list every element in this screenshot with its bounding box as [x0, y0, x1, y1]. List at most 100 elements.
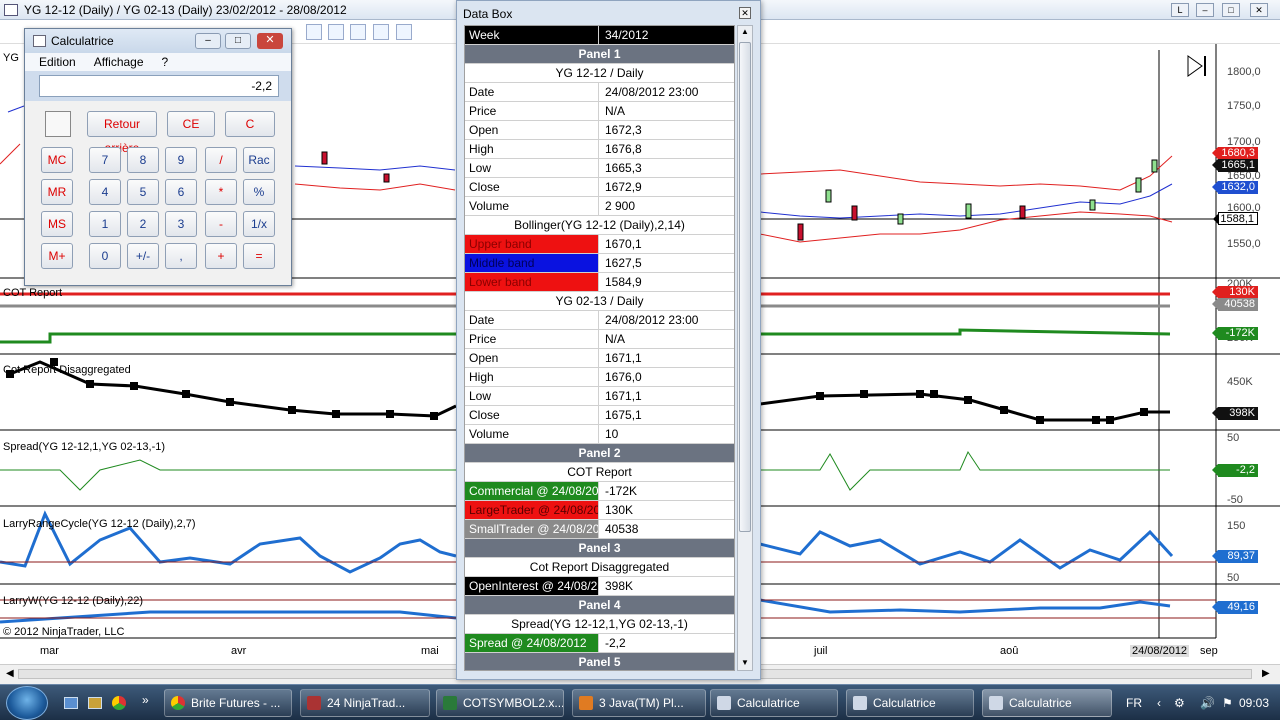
- bar-chart-icon[interactable]: [328, 24, 344, 40]
- digit-2-button[interactable]: 2: [127, 211, 159, 237]
- panel-header: Panel 5: [465, 653, 734, 670]
- table-row: Volume 2 900: [465, 197, 734, 216]
- table-row: High 1676,8: [465, 140, 734, 159]
- properties-icon[interactable]: [396, 24, 412, 40]
- taskbar-item[interactable]: Calculatrice: [710, 689, 838, 717]
- memory-add-button[interactable]: M+: [41, 243, 73, 269]
- decimal-button[interactable]: ,: [165, 243, 197, 269]
- menu-help[interactable]: ?: [162, 55, 169, 69]
- series-header: COT Report: [465, 463, 734, 482]
- data-box-close-button[interactable]: ✕: [739, 7, 751, 19]
- language-indicator[interactable]: FR: [1126, 685, 1142, 721]
- calculator-menubar: Edition Affichage ?: [25, 53, 291, 71]
- excel-icon: [443, 696, 457, 710]
- taskbar-item[interactable]: COTSYMBOL2.x...: [436, 689, 564, 717]
- data-box-title: Data Box: [463, 7, 513, 21]
- strategy-icon[interactable]: [373, 24, 389, 40]
- digit-1-button[interactable]: 1: [89, 211, 121, 237]
- taskbar-item[interactable]: 3 Java(TM) Pl...: [572, 689, 706, 717]
- equals-button[interactable]: =: [243, 243, 275, 269]
- taskbar-item[interactable]: Brite Futures - ...: [164, 689, 292, 717]
- minimize-button[interactable]: –: [1196, 3, 1214, 17]
- table-row: Open 1671,1: [465, 349, 734, 368]
- digit-8-button[interactable]: 8: [127, 147, 159, 173]
- clear-entry-button[interactable]: CE: [167, 111, 215, 137]
- calculator-title: Calculatrice: [51, 34, 114, 48]
- tray-icon[interactable]: ⚑: [1222, 685, 1233, 721]
- go-to-last-bar-icon[interactable]: [1187, 55, 1206, 77]
- larry-w-label: LarryW(YG 12-12 (Daily),22): [3, 595, 143, 607]
- x-axis-month: sep: [1200, 645, 1218, 657]
- larry-range-cycle-label: LarryRangeCycle(YG 12-12 (Daily),2,7): [3, 518, 196, 530]
- tray-expand-icon[interactable]: ‹: [1157, 685, 1161, 721]
- digit-7-button[interactable]: 7: [89, 147, 121, 173]
- scroll-up-icon[interactable]: ▲: [741, 27, 749, 36]
- explorer-icon[interactable]: [88, 697, 102, 709]
- close-button[interactable]: ✕: [1250, 3, 1268, 17]
- add-button[interactable]: +: [205, 243, 237, 269]
- percent-button[interactable]: %: [243, 179, 275, 205]
- lock-icon[interactable]: L: [1171, 3, 1189, 17]
- digit-5-button[interactable]: 5: [127, 179, 159, 205]
- show-desktop-icon[interactable]: [64, 697, 78, 709]
- memory-recall-button[interactable]: MR: [41, 179, 73, 205]
- clear-button[interactable]: C: [225, 111, 275, 137]
- calculator-close-button[interactable]: ✕: [257, 33, 283, 49]
- table-row: SmallTrader @ 24/08/20 40538: [465, 520, 734, 539]
- table-row: Low 1671,1: [465, 387, 734, 406]
- volume-icon[interactable]: 🔊: [1200, 685, 1215, 721]
- calculator-window[interactable]: Calculatrice – □ ✕ Edition Affichage ? -…: [24, 28, 292, 286]
- calculator-maximize-button[interactable]: □: [225, 33, 251, 49]
- scroll-right-icon[interactable]: ▶: [1262, 668, 1270, 679]
- digit-6-button[interactable]: 6: [165, 179, 197, 205]
- scroll-down-icon[interactable]: ▼: [741, 658, 749, 667]
- backspace-button[interactable]: Retour arrière: [87, 111, 157, 155]
- calculator-app-icon: [33, 35, 46, 47]
- memory-store-button[interactable]: MS: [41, 211, 73, 237]
- menu-edition[interactable]: Edition: [39, 55, 76, 69]
- chrome-icon[interactable]: [112, 696, 126, 710]
- multiply-button[interactable]: *: [205, 179, 237, 205]
- reciprocal-button[interactable]: 1/x: [243, 211, 275, 237]
- network-icon[interactable]: ⚙: [1174, 685, 1185, 721]
- scroll-left-icon[interactable]: ◀: [6, 668, 14, 679]
- x-axis-month: aoû: [1000, 645, 1019, 657]
- add-indicator-icon[interactable]: [306, 24, 322, 40]
- line-chart-icon[interactable]: [350, 24, 366, 40]
- menu-affichage[interactable]: Affichage: [94, 55, 144, 69]
- spread-axis-tick: 50: [1227, 432, 1240, 444]
- square-root-button[interactable]: Rac: [243, 147, 275, 173]
- price-axis-tick: 1550,0: [1227, 238, 1261, 250]
- maximize-button[interactable]: □: [1222, 3, 1240, 17]
- divide-button[interactable]: /: [205, 147, 237, 173]
- digit-9-button[interactable]: 9: [165, 147, 197, 173]
- data-box-window[interactable]: Data Box ✕ Week 34/2012 Panel 1 YG 12-12…: [456, 0, 761, 680]
- taskbar-item-active[interactable]: Calculatrice: [982, 689, 1112, 717]
- taskbar-item[interactable]: Calculatrice: [846, 689, 974, 717]
- week-value: 34/2012: [605, 28, 649, 42]
- spread-label: Spread(YG 12-12,1,YG 02-13,-1): [3, 441, 166, 453]
- start-button[interactable]: [6, 686, 48, 720]
- calculator-titlebar[interactable]: Calculatrice – □ ✕: [25, 29, 291, 53]
- digit-0-button[interactable]: 0: [89, 243, 121, 269]
- data-box-scroll-thumb[interactable]: [739, 42, 751, 532]
- digit-4-button[interactable]: 4: [89, 179, 121, 205]
- cot-tag-small-trader: 40538: [1212, 298, 1258, 311]
- table-row: Open 1672,3: [465, 121, 734, 140]
- overflow-chevron-icon[interactable]: »: [142, 693, 149, 707]
- memory-clear-button[interactable]: MC: [41, 147, 73, 173]
- data-box-scrollbar[interactable]: ▲ ▼: [737, 25, 753, 671]
- calculator-minimize-button[interactable]: –: [195, 33, 221, 49]
- sign-toggle-button[interactable]: +/-: [127, 243, 159, 269]
- digit-3-button[interactable]: 3: [165, 211, 197, 237]
- table-row: Price N/A: [465, 102, 734, 121]
- clock[interactable]: 09:03: [1239, 685, 1269, 721]
- calculator-icon: [717, 696, 731, 710]
- subtract-button[interactable]: -: [205, 211, 237, 237]
- table-row: Close 1672,9: [465, 178, 734, 197]
- price-axis-tick: 1750,0: [1227, 100, 1261, 112]
- series-header: Cot Report Disaggregated: [465, 558, 734, 577]
- spread-axis-tick: -50: [1227, 494, 1243, 506]
- taskbar-item[interactable]: 24 NinjaTrad...: [300, 689, 430, 717]
- larry-axis-tick: 50: [1227, 572, 1240, 584]
